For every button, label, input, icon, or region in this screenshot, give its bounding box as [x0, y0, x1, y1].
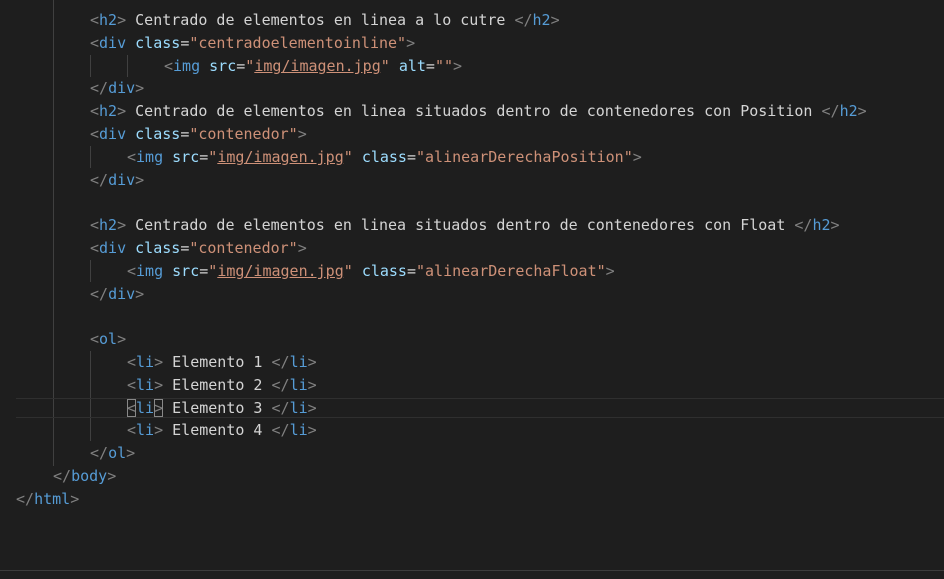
- matched-bracket-open: <: [127, 399, 137, 417]
- tag-h2-close: h2: [532, 11, 551, 29]
- code-line-20[interactable]: </ol>: [90, 442, 135, 464]
- attr-src: src: [172, 148, 200, 166]
- tag-div-close: div: [108, 171, 136, 189]
- indent-guide: [90, 146, 91, 168]
- src-link[interactable]: img/imagen.jpg: [254, 57, 380, 75]
- tag-li-close: li: [289, 399, 308, 417]
- indent-guide: [90, 351, 91, 441]
- matched-bracket-close: >: [154, 399, 164, 417]
- code-editor[interactable]: < h2 > Centrado de elementos en linea a lo…: [0, 0, 944, 570]
- code-line-19[interactable]: <li> Elemento 4 </li>: [127, 419, 317, 441]
- code-line-17[interactable]: <li> Elemento 2 </li>: [127, 374, 317, 396]
- tag-div: div: [99, 125, 127, 143]
- li-text: Elemento 3: [163, 399, 272, 417]
- indent-guide: [90, 55, 91, 77]
- tag-ol: ol: [99, 330, 118, 348]
- class-value: "alinearDerechaPosition": [416, 148, 633, 166]
- code-line-15[interactable]: <ol>: [90, 328, 126, 350]
- tag-ol-close: ol: [108, 444, 127, 462]
- code-line-13[interactable]: </div>: [90, 283, 144, 305]
- tag-li: li: [136, 353, 155, 371]
- class-value: "contenedor": [189, 125, 298, 143]
- indent-guide: [90, 260, 91, 282]
- code-line-6[interactable]: <div class="contenedor">: [90, 123, 307, 145]
- code-line-4[interactable]: </div>: [90, 77, 144, 99]
- attr-class: class: [135, 34, 181, 52]
- class-value: "alinearDerechaFloat": [416, 262, 606, 280]
- tag-li: li: [136, 376, 155, 394]
- code-line-2[interactable]: <div class="centradoelementoinline">: [90, 32, 415, 54]
- tag-img: img: [136, 148, 164, 166]
- h2-text: Centrado de elementos en linea situados …: [126, 102, 822, 120]
- attr-alt: alt: [398, 57, 426, 75]
- attr-src: src: [172, 262, 200, 280]
- li-text: Elemento 4: [163, 421, 272, 439]
- attr-class: class: [361, 262, 407, 280]
- tag-h2: h2: [99, 216, 118, 234]
- code-line-5[interactable]: <h2> Centrado de elementos en linea situ…: [90, 100, 867, 122]
- tag-h2: h2: [99, 11, 118, 29]
- tag-h2-close: h2: [812, 216, 831, 234]
- li-text: Elemento 1: [163, 353, 272, 371]
- code-line-7[interactable]: <img src="img/imagen.jpg" class="alinear…: [127, 146, 642, 168]
- class-value: "contenedor": [189, 239, 298, 257]
- alt-value: "": [434, 57, 453, 75]
- code-line-21[interactable]: </body>: [53, 465, 116, 487]
- class-value: "centradoelementoinline": [189, 34, 407, 52]
- tag-div-close: div: [108, 285, 136, 303]
- code-line-3[interactable]: <img src="img/imagen.jpg" alt="">: [164, 55, 462, 77]
- li-text: Elemento 2: [163, 376, 272, 394]
- src-link[interactable]: img/imagen.jpg: [217, 148, 343, 166]
- code-line-11[interactable]: <div class="contenedor">: [90, 237, 307, 259]
- tag-li-close: li: [289, 353, 308, 371]
- tag-h2-close: h2: [839, 102, 858, 120]
- tag-div: div: [99, 239, 127, 257]
- tag-img: img: [173, 57, 201, 75]
- tag-img: img: [136, 262, 164, 280]
- tag-html-close: html: [34, 490, 71, 508]
- code-line-18[interactable]: <li> Elemento 3 </li>: [127, 397, 317, 419]
- tag-h2: h2: [99, 102, 118, 120]
- attr-class: class: [135, 239, 181, 257]
- panel-border: [0, 570, 944, 579]
- code-line-8[interactable]: </div>: [90, 169, 144, 191]
- h2-text: Centrado de elementos en linea a lo cutr…: [126, 11, 515, 29]
- attr-src: src: [209, 57, 237, 75]
- attr-class: class: [361, 148, 407, 166]
- code-line-22[interactable]: </html>: [16, 488, 79, 510]
- tag-li-close: li: [289, 421, 308, 439]
- tag-li: li: [136, 421, 155, 439]
- indent-guide: [53, 0, 54, 466]
- tag-div: div: [99, 34, 127, 52]
- tag-div-close: div: [108, 79, 136, 97]
- code-line-16[interactable]: <li> Elemento 1 </li>: [127, 351, 317, 373]
- src-link[interactable]: img/imagen.jpg: [217, 262, 343, 280]
- indent-guide: [127, 55, 128, 77]
- code-line-10[interactable]: <h2> Centrado de elementos en linea situ…: [90, 214, 840, 236]
- tag-li: li: [136, 399, 155, 417]
- attr-class: class: [135, 125, 181, 143]
- h2-text: Centrado de elementos en linea situados …: [126, 216, 795, 234]
- tag-li-close: li: [289, 376, 308, 394]
- code-line-12[interactable]: <img src="img/imagen.jpg" class="alinear…: [127, 260, 615, 282]
- code-line-1[interactable]: <h2> Centrado de elementos en linea a lo…: [90, 9, 560, 31]
- tag-body-close: body: [71, 467, 108, 485]
